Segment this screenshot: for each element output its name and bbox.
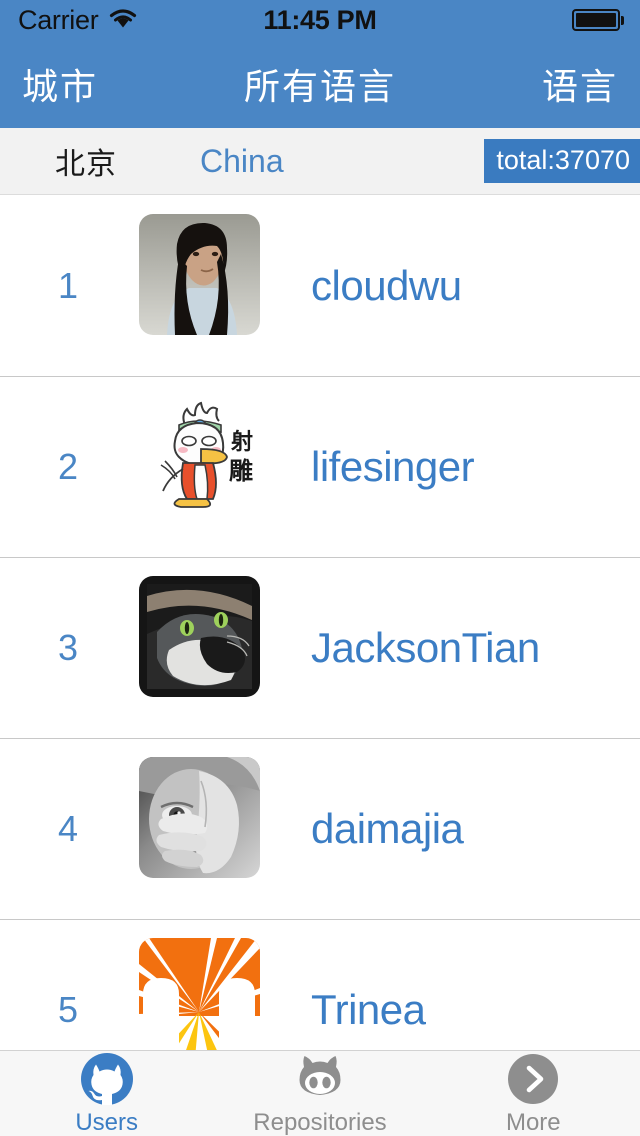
username-label[interactable]: lifesinger	[311, 443, 475, 491]
rank-number: 1	[57, 265, 79, 306]
avatar-orange-sunburst	[139, 938, 260, 1050]
username-label[interactable]: cloudwu	[311, 262, 462, 310]
selected-city-label[interactable]: 北京	[55, 139, 117, 183]
table-row[interactable]: 5 Trinea	[0, 920, 640, 1050]
avatar-dark-cat	[139, 576, 260, 697]
clock-label: 11:45 PM	[263, 4, 377, 35]
username-label[interactable]: JacksonTian	[311, 624, 540, 672]
tab-label-users: Users	[75, 1108, 138, 1136]
table-row[interactable]: 3 JacksonTian	[0, 558, 640, 739]
tab-bar: Users Repositories More	[0, 1050, 640, 1136]
tab-label-more: More	[505, 1108, 561, 1136]
tab-users[interactable]: Users	[0, 1051, 213, 1136]
username-label[interactable]: daimajia	[311, 805, 464, 853]
chevron-right-circle-icon	[505, 1051, 561, 1107]
status-bar: Carrier 11:45 PM	[0, 0, 640, 40]
svg-text:射: 射	[230, 429, 253, 455]
avatar-cartoon-eagle: 射 雕	[139, 395, 260, 516]
navigation-bar: 城市 所有语言 语言	[0, 40, 640, 128]
rank-number: 2	[57, 446, 79, 487]
tab-repositories[interactable]: Repositories	[213, 1051, 426, 1136]
avatar-portrait-long-hair	[139, 214, 260, 335]
selected-country-label[interactable]: China	[200, 143, 284, 180]
github-octocat-circle-icon	[79, 1051, 135, 1107]
filter-summary-bar: 北京 China total:37070	[0, 128, 640, 195]
language-button[interactable]: 语言	[542, 58, 618, 110]
back-button-city[interactable]: 城市	[22, 58, 98, 110]
total-count-badge: total:37070	[484, 139, 640, 183]
avatar-bw-face-hand	[139, 757, 260, 878]
rank-number: 5	[57, 989, 79, 1030]
svg-text:雕: 雕	[229, 457, 253, 485]
table-row[interactable]: 4 daimajia	[0, 739, 640, 920]
rank-number: 4	[57, 808, 79, 849]
tab-label-repositories: Repositories	[253, 1108, 387, 1136]
battery-icon	[572, 9, 624, 31]
page-title: 所有语言	[243, 66, 396, 107]
tab-more[interactable]: More	[427, 1051, 640, 1136]
rank-number: 3	[57, 627, 79, 668]
octocat-head-icon	[292, 1051, 348, 1107]
table-row[interactable]: 2 射 雕 lifesinger	[0, 377, 640, 558]
user-list[interactable]: 1 cloudwu 2 射 雕 lifesinger 3 JacksonTian…	[0, 196, 640, 1050]
app-screen: Carrier 11:45 PM 城市 所有语言 语言 北京 China tot…	[0, 0, 640, 1136]
table-row[interactable]: 1 cloudwu	[0, 196, 640, 377]
username-label[interactable]: Trinea	[311, 986, 426, 1034]
